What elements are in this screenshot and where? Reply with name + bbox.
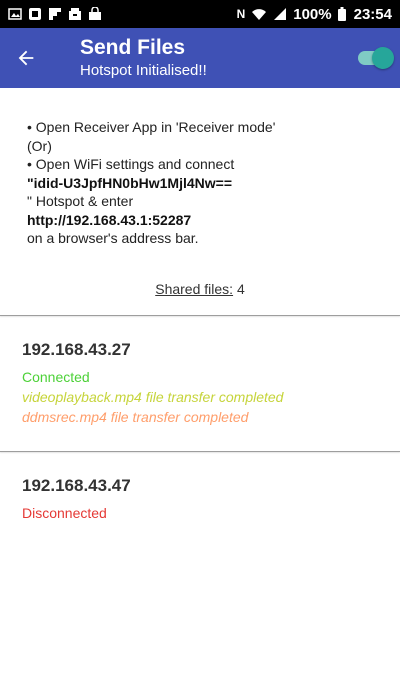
connection-instructions: • Open Receiver App in 'Receiver mode' (… [0, 88, 400, 248]
hotspot-name: "idid-U3JpfHN0bHw1Mjl4Nw== [27, 174, 233, 191]
client-ip: 192.168.43.27 [22, 339, 131, 359]
instruction-line: on a browser's address bar. [27, 230, 199, 246]
transfer-log: ddmsrec.mp4 file transfer completed [22, 408, 249, 425]
system-icons: N 100% 23:54 [237, 6, 392, 23]
instruction-line: (Or) [27, 137, 52, 154]
image-icon [8, 8, 22, 20]
shared-files-label[interactable]: Shared files: [155, 281, 233, 297]
wifi-icon [252, 9, 267, 20]
battery-percent: 100% [293, 5, 332, 23]
notification-icons [8, 7, 102, 21]
battery-icon [337, 7, 346, 21]
app-bar: Send Files Hotspot Initialised!! [0, 28, 400, 88]
instruction-line: " Hotspot & enter [27, 193, 134, 209]
client-status: Disconnected [22, 504, 107, 521]
instruction-line: • Open Receiver App in 'Receiver mode' [27, 119, 276, 135]
shared-files-count: 4 [236, 280, 245, 297]
nfc-icon: N [236, 7, 246, 21]
back-button[interactable] [0, 28, 52, 88]
shared-files[interactable]: Shared files: 4 [0, 281, 400, 301]
client-ip: 192.168.43.47 [22, 475, 131, 495]
gallery-icon [29, 8, 41, 20]
signal-icon [274, 8, 287, 20]
client-card: 192.168.43.27 Connected videoplayback.mp… [0, 316, 400, 451]
toggle-thumb [372, 47, 394, 69]
shopping-bag-icon [89, 7, 101, 20]
server-url[interactable]: http://192.168.43.1:52287 [27, 211, 380, 230]
instruction-line: • Open WiFi settings and connect [27, 156, 235, 172]
client-status: Connected [22, 368, 90, 385]
title-group: Send Files Hotspot Initialised!! [80, 36, 207, 81]
status-bar: N 100% 23:54 [0, 0, 400, 28]
hotspot-toggle[interactable] [356, 47, 394, 69]
client-card: 192.168.43.47 Disconnected [0, 452, 400, 532]
page-title: Send Files [80, 36, 186, 59]
clock: 23:54 [353, 5, 392, 23]
flipboard-icon [49, 8, 61, 20]
arrow-left-icon [18, 50, 34, 66]
box-icon [69, 8, 81, 20]
transfer-log: videoplayback.mp4 file transfer complete… [22, 388, 284, 405]
page-subtitle: Hotspot Initialised!! [80, 62, 207, 79]
